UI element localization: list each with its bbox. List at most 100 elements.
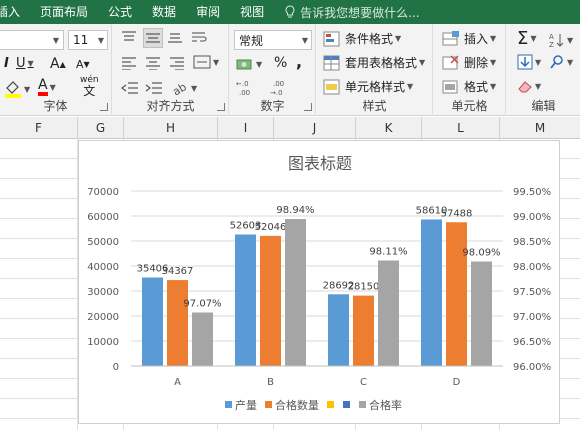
bar (285, 219, 306, 366)
dialog-launcher-icon[interactable] (304, 103, 312, 111)
svg-text:.00: .00 (273, 80, 284, 88)
shrink-font-button[interactable]: A ▼ (76, 58, 90, 71)
cell-styles-button[interactable]: 单元格样式 ▼ (323, 78, 413, 95)
merge-center-button[interactable]: ▼ (193, 54, 219, 70)
menu-insert[interactable]: 插入 (0, 0, 34, 24)
percent-button[interactable]: % (274, 55, 287, 71)
conditional-format-icon (323, 31, 340, 46)
menu-review[interactable]: 审阅 (190, 0, 234, 24)
clear-button[interactable]: ▼ (517, 78, 541, 94)
chevron-down-icon: ▼ (301, 35, 308, 45)
legend-swatch (327, 401, 334, 408)
phonetic-button[interactable]: wén 文 (80, 76, 99, 98)
alignment-group: ▼ ab ▼ 对齐方式 (113, 24, 229, 116)
column-header-i[interactable]: I (218, 117, 274, 139)
column-header-k[interactable]: K (356, 117, 422, 139)
underline-button[interactable]: U ▼ (16, 56, 34, 71)
align-left-icon[interactable] (121, 56, 137, 70)
merge-cells-icon (193, 55, 211, 69)
find-select-button[interactable]: ▼ (549, 54, 573, 70)
grow-font-button[interactable]: A ▲ (50, 56, 66, 72)
category-label: D (453, 377, 461, 388)
font-name-box[interactable]: ▼ (0, 30, 64, 50)
lightbulb-icon (285, 5, 295, 18)
orientation-button[interactable]: ab ▼ (171, 80, 197, 96)
table-format-icon (323, 55, 340, 70)
bar (142, 277, 163, 366)
dialog-launcher-icon[interactable] (217, 103, 225, 111)
font-color-button[interactable]: A ▼ (38, 78, 56, 96)
dialog-launcher-icon[interactable] (100, 103, 108, 111)
align-bottom-icon[interactable] (167, 30, 183, 44)
editing-group-label: 编辑 (531, 99, 556, 113)
column-header-l[interactable]: L (422, 117, 500, 139)
insert-cells-button[interactable]: 插入 ▼ (442, 30, 496, 47)
increase-indent-icon[interactable] (145, 80, 163, 96)
italic-button[interactable]: I (4, 56, 9, 71)
data-label: 34367 (162, 266, 194, 277)
number-format-box[interactable]: 常规 ▼ (234, 30, 312, 50)
data-label: 97.07% (183, 299, 221, 310)
left-axis-tick-label: 50000 (87, 237, 119, 248)
left-axis-tick-label: 70000 (87, 187, 119, 198)
phonetic-char: 文 (83, 84, 96, 98)
chevron-down-icon: ▼ (52, 35, 59, 45)
fill-button[interactable]: ▼ (517, 54, 541, 70)
data-label: 98.11% (369, 247, 407, 258)
fill-down-icon (517, 54, 533, 70)
right-axis-tick-label: 98.00% (513, 262, 551, 273)
left-axis-tick-label: 20000 (87, 312, 119, 323)
legend-label: 合格数量 (275, 398, 319, 412)
column-header-g[interactable]: G (78, 117, 124, 139)
autosum-button[interactable]: Σ ▼ (517, 28, 537, 49)
chart-area[interactable]: 图表标题 70000 60000 50000 40000 30000 20000 10000 0… (78, 140, 560, 424)
align-right-icon[interactable] (169, 56, 185, 70)
sigma-icon: Σ (517, 28, 529, 49)
align-middle-button[interactable] (143, 28, 163, 48)
chevron-down-icon: ▼ (490, 58, 497, 67)
conditional-format-label: 条件格式 (345, 32, 394, 46)
conditional-format-button[interactable]: 条件格式 ▼ (323, 30, 401, 47)
column-header-m[interactable]: M (500, 117, 580, 139)
format-as-table-label: 套用表格格式 (345, 56, 418, 70)
left-axis-tick-label: 30000 (87, 287, 119, 298)
column-chart[interactable]: 图表标题 70000 60000 50000 40000 30000 20000 10000 0… (79, 141, 561, 425)
column-header-j[interactable]: J (274, 117, 356, 139)
menu-formulas[interactable]: 公式 (102, 0, 146, 24)
column-header-f[interactable]: F (0, 117, 78, 139)
number-format-value: 常规 (239, 33, 264, 48)
left-axis-tick-label: 60000 (87, 212, 119, 223)
menu-view[interactable]: 视图 (234, 0, 278, 24)
chevron-down-icon: ▼ (213, 57, 220, 67)
svg-text:→.0: →.0 (270, 89, 283, 97)
font-group: ▼ 11 ▼ I U ▼ A ▲ A ▼ ▼ A ▼ wén 文 字体 (0, 24, 112, 116)
format-as-table-button[interactable]: 套用表格格式 ▼ (323, 54, 425, 71)
font-size-box[interactable]: 11 ▼ (68, 30, 108, 50)
tell-me-box[interactable]: 告诉我您想要做什么... (284, 4, 420, 21)
menu-page-layout[interactable]: 页面布局 (34, 0, 102, 24)
chevron-down-icon: ▼ (535, 57, 542, 67)
increase-decimal-icon[interactable]: ←.0.00 (236, 78, 260, 98)
wrap-text-icon[interactable] (191, 30, 209, 46)
delete-cells-button[interactable]: 删除 ▼ (442, 54, 496, 71)
menu-data[interactable]: 数据 (146, 0, 190, 24)
sort-filter-button[interactable]: AZ ▼ (549, 32, 573, 48)
font-color-glyph: A (38, 78, 48, 96)
accounting-format-button[interactable]: ▼ (236, 56, 262, 72)
format-cells-button[interactable]: 格式 ▼ (442, 78, 496, 95)
decrease-indent-icon[interactable] (121, 80, 139, 96)
comma-style-button[interactable]: , (296, 52, 302, 71)
legend-swatch (265, 401, 272, 408)
legend-swatch (225, 401, 232, 408)
align-top-icon[interactable] (121, 30, 137, 44)
align-center-icon[interactable] (145, 56, 161, 70)
decrease-decimal-icon[interactable]: .00→.0 (270, 78, 294, 98)
chart-title: 图表标题 (288, 154, 352, 173)
fill-color-button[interactable]: ▼ (4, 80, 30, 98)
shrink-font-glyph: A (76, 58, 84, 71)
left-axis-tick-label: 40000 (87, 262, 119, 273)
data-label: 28150 (348, 282, 380, 293)
chevron-down-icon: ▼ (490, 82, 497, 91)
column-header-h[interactable]: H (124, 117, 218, 139)
category-label: C (360, 377, 367, 388)
